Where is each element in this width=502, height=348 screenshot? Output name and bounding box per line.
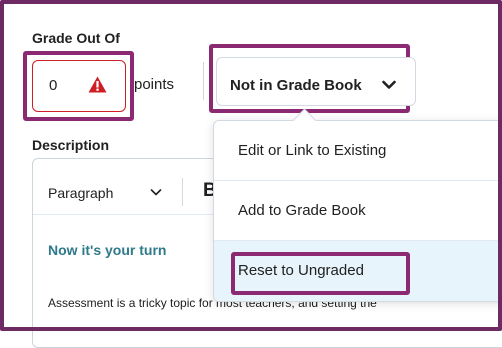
menu-item-add-to-grade-book[interactable]: Add to Grade Book [214,181,502,241]
warning-icon [88,76,107,93]
chevron-down-icon[interactable] [382,80,396,90]
editor-heading[interactable]: Now it's your turn [48,242,166,258]
grade-out-of-label: Grade Out Of [32,30,120,46]
toolbar-separator [182,178,183,206]
points-label: points [134,76,175,93]
grade-value[interactable]: 0 [49,77,57,94]
menu-item-edit-or-link[interactable]: Edit or Link to Existing [214,121,502,181]
chevron-down-icon[interactable] [150,188,162,197]
grade-input[interactable] [32,60,126,112]
description-label: Description [32,137,110,153]
reset-to-ungraded-highlight [231,252,410,295]
grade-book-dropdown-label[interactable]: Not in Grade Book [230,77,362,94]
divider [203,62,204,100]
paragraph-format-select[interactable]: Paragraph [48,185,113,201]
